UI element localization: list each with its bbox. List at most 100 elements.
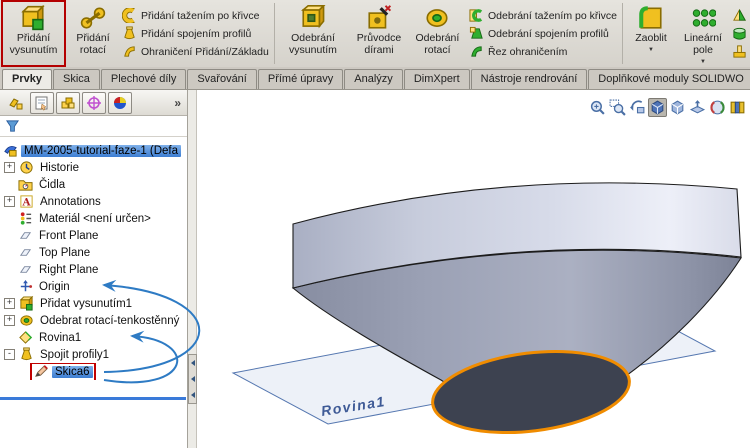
pr-vodce-d-rami-button[interactable]: Průvodce dírami xyxy=(349,0,409,67)
tree-item-annotations[interactable]: + A Annotations xyxy=(0,193,187,210)
ribbon-group-divider xyxy=(273,3,275,64)
draft-menu-item[interactable] xyxy=(730,7,749,24)
swept-boss-icon xyxy=(121,8,137,23)
odebr-n-vysunut-m-button[interactable]: Odebrání vysunutím xyxy=(277,0,349,67)
tree-item-front-plane[interactable]: Front Plane xyxy=(0,227,187,244)
annotations-icon: A xyxy=(18,194,34,210)
p-id-n-ta-en-m-po-k-ivce-menu-item[interactable]: Přidání tažením po křivce xyxy=(120,7,271,24)
button-label: Zaoblit xyxy=(635,32,667,44)
graphics-viewport[interactable]: Rovina1 xyxy=(198,90,750,448)
tab-dimxpert[interactable]: DimXpert xyxy=(403,69,470,89)
tree-item-label: Odebrat rotací-tenkostěnný xyxy=(40,314,180,327)
feature-manager-panel: » MM-2005-tutorial-faze-1 (Defa + Historie… xyxy=(0,90,188,448)
tree-item-right-plane[interactable]: Right Plane xyxy=(0,261,187,278)
tree-item-top-plane[interactable]: Top Plane xyxy=(0,244,187,261)
zaoblit-button[interactable]: Zaoblit ▼ xyxy=(625,0,677,67)
dropdown-caret-icon[interactable]: ▼ xyxy=(648,47,654,53)
display-manager-tab-button[interactable] xyxy=(108,91,132,114)
rib-icon xyxy=(732,44,747,59)
hide-show-button[interactable] xyxy=(728,98,747,117)
dropdown-caret-icon[interactable]: ▼ xyxy=(700,59,706,65)
tree-item-origin[interactable]: Origin xyxy=(0,278,187,295)
dimxpert-manager-tab-button[interactable] xyxy=(82,91,106,114)
extruded-cut-icon xyxy=(300,5,326,31)
tab-plechov-d-ly[interactable]: Plechové díly xyxy=(100,69,187,89)
odebr-n-ta-en-m-po-k-ivce-menu-item[interactable]: Odebrání tažením po křivce xyxy=(467,7,619,24)
property-manager-tab-button[interactable] xyxy=(30,91,54,114)
panel-overflow-chevron[interactable]: » xyxy=(174,96,183,110)
dimxpert-manager-icon xyxy=(86,95,102,111)
zoom-fit-button[interactable] xyxy=(588,98,607,117)
panel-collapse-grip[interactable] xyxy=(188,354,197,404)
tab-prvky[interactable]: Prvky xyxy=(2,69,52,89)
display-style-button[interactable] xyxy=(668,98,687,117)
shell-menu-item[interactable] xyxy=(730,25,749,42)
collapse-arrow-icon xyxy=(190,392,195,398)
menu-item-label: Přidání spojením profilů xyxy=(140,27,252,40)
tab-dopl-kov-moduly-solidwo[interactable]: Doplňkové moduly SOLIDWO xyxy=(588,69,750,89)
ribbon-small-column xyxy=(729,0,750,67)
expand-toggle[interactable]: + xyxy=(4,315,15,326)
tree-item-label: Skica6 xyxy=(52,365,93,378)
tree-item-materi-l-nen-ur-en[interactable]: Materiál <není určen> xyxy=(0,210,187,227)
collapse-arrow-icon xyxy=(190,360,195,366)
tab-sva-ov-n[interactable]: Svařování xyxy=(187,69,257,89)
ez-ohrani-en-m-menu-item[interactable]: Řez ohraničením xyxy=(467,43,619,60)
filter-funnel-icon[interactable] xyxy=(4,118,20,134)
boss-extrude-icon xyxy=(18,296,34,312)
model-scene: Rovina1 xyxy=(231,182,742,435)
tab-skica[interactable]: Skica xyxy=(52,69,100,89)
tree-item-p-idat-vysunut-m1[interactable]: + Přidat vysunutím1 xyxy=(0,295,187,312)
configuration-manager-tab-button[interactable] xyxy=(56,91,80,114)
p-id-n-vysunut-m-button[interactable]: Přidání vysunutím xyxy=(1,0,66,67)
collapse-arrow-icon xyxy=(190,376,195,382)
fillet-icon xyxy=(638,5,664,31)
p-id-n-spojen-m-profil-menu-item[interactable]: Přidání spojením profilů xyxy=(120,25,271,42)
expand-toggle[interactable]: + xyxy=(4,196,15,207)
panel-tab-toolbar: » xyxy=(0,90,187,116)
button-label: Odebrání rotací xyxy=(415,32,460,56)
zoom-fit-icon xyxy=(589,99,606,116)
zoom-area-button[interactable] xyxy=(608,98,627,117)
appearance-button[interactable] xyxy=(708,98,727,117)
sketch-icon xyxy=(33,364,49,380)
rollback-bar[interactable] xyxy=(0,397,186,400)
menu-item-label: Řez ohraničením xyxy=(488,45,568,58)
tree-item-spojit-profily1[interactable]: - Spojit profily1 xyxy=(0,346,187,363)
draft-icon xyxy=(732,8,747,23)
section-view-button[interactable] xyxy=(688,98,707,117)
tree-item-historie[interactable]: + Historie xyxy=(0,159,187,176)
feature-tree: MM-2005-tutorial-faze-1 (Defa + Historie Či… xyxy=(0,137,187,380)
line-rn-pole-button[interactable]: Lineární pole ▼ xyxy=(677,0,729,67)
tree-item-skica6[interactable]: Skica6 xyxy=(0,363,187,380)
tab-n-stroje-rendrov-n[interactable]: Nástroje rendrování xyxy=(470,69,588,89)
tab-p-m-pravy[interactable]: Přímé úpravy xyxy=(257,69,344,89)
panel-splitter[interactable] xyxy=(188,90,197,448)
hole-wizard-icon xyxy=(366,5,392,31)
previous-view-button[interactable] xyxy=(628,98,647,117)
rib-menu-item[interactable] xyxy=(730,43,749,60)
tree-item-idla[interactable]: Čidla xyxy=(0,176,187,193)
material-icon xyxy=(17,211,33,227)
plane-icon xyxy=(17,245,33,261)
tree-item-rovina1[interactable]: Rovina1 xyxy=(0,329,187,346)
tree-item-label: Přidat vysunutím1 xyxy=(40,297,133,310)
expand-toggle[interactable]: + xyxy=(4,162,15,173)
expand-toggle[interactable]: + xyxy=(4,298,15,309)
odebr-n-rotac-button[interactable]: Odebrání rotací xyxy=(409,0,466,67)
tab-anal-zy[interactable]: Analýzy xyxy=(344,69,403,89)
part-icon xyxy=(2,143,18,159)
tutorial-highlight-box: Skica6 xyxy=(30,363,96,380)
tree-item-mm-2005-tutorial-faze-1-defa[interactable]: MM-2005-tutorial-faze-1 (Defa xyxy=(0,142,187,159)
display-style-icon xyxy=(669,99,686,116)
tree-item-odebrat-rotac-tenkost-nn[interactable]: + Odebrat rotací-tenkostěnný xyxy=(0,312,187,329)
view-orientation-button[interactable] xyxy=(648,98,667,117)
feature-tree-tab-button[interactable] xyxy=(4,92,28,114)
revolved-cut-icon xyxy=(18,313,34,329)
collapse-toggle[interactable]: - xyxy=(4,349,15,360)
ribbon-group-divider xyxy=(622,3,623,64)
odebr-n-spojen-m-profil-menu-item[interactable]: Odebrání spojením profilů xyxy=(467,25,619,42)
ohrani-en-p-id-n-z-kladu-menu-item[interactable]: Ohraničení Přidání/Základu xyxy=(120,43,271,60)
p-id-n-rotac-button[interactable]: Přidání rotací xyxy=(67,0,119,67)
loft-icon xyxy=(18,347,34,363)
